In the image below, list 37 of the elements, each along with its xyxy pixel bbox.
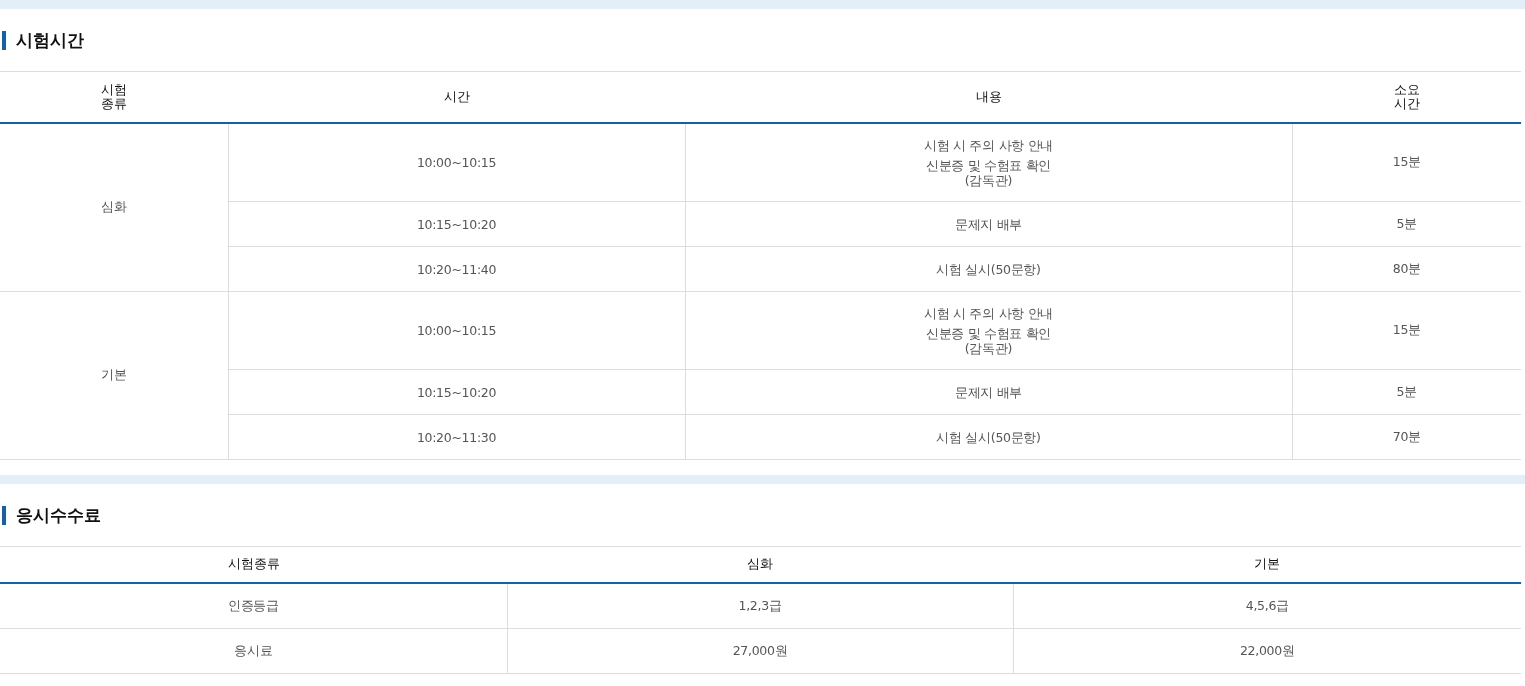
column-header: 기본: [1013, 546, 1521, 583]
table-cell: 시험 시 주의 사항 안내 신분증 및 수험표 확인 (감독관): [685, 291, 1292, 370]
heading-marker: [2, 31, 6, 50]
column-header: 시험종류: [0, 546, 507, 583]
table-cell: 시험 시 주의 사항 안내 신분증 및 수험표 확인 (감독관): [685, 123, 1292, 202]
section-title: 시험시간: [16, 29, 84, 52]
table-cell: 기본: [0, 291, 228, 460]
table-cell: 15분: [1292, 123, 1521, 202]
column-header: 소요 시간: [1292, 71, 1521, 123]
table-cell: 70분: [1292, 414, 1521, 460]
table-cell: 문제지 배부: [685, 369, 1292, 415]
table-cell: 22,000원: [1013, 628, 1521, 674]
column-header: 심화: [507, 546, 1013, 583]
column-header: 시험 종류: [0, 71, 228, 123]
table-cell: 10:20~11:30: [228, 414, 685, 460]
table-cell: 응시료: [0, 628, 507, 674]
table-cell: 심화: [0, 123, 228, 292]
table-cell: 인증등급: [0, 583, 507, 629]
column-header: 시간: [228, 71, 685, 123]
table-cell: 5분: [1292, 369, 1521, 415]
table-cell: 27,000원: [507, 628, 1013, 674]
heading-marker: [2, 506, 6, 525]
table-cell: 문제지 배부: [685, 201, 1292, 247]
table-cell: 10:00~10:15: [228, 291, 685, 370]
table-cell: 시험 실시(50문항): [685, 414, 1292, 460]
column-header: 내용: [685, 71, 1292, 123]
table-cell: 1,2,3급: [507, 583, 1013, 629]
table-cell: 10:00~10:15: [228, 123, 685, 202]
table-cell: 5분: [1292, 201, 1521, 247]
section-title: 응시수수료: [16, 504, 101, 527]
table-cell: 10:15~10:20: [228, 369, 685, 415]
table-cell: 시험 실시(50문항): [685, 246, 1292, 292]
table-cell: 15분: [1292, 291, 1521, 370]
table-cell: 80분: [1292, 246, 1521, 292]
table-cell: 4,5,6급: [1013, 583, 1521, 629]
table-cell: 10:20~11:40: [228, 246, 685, 292]
table-cell: 10:15~10:20: [228, 201, 685, 247]
